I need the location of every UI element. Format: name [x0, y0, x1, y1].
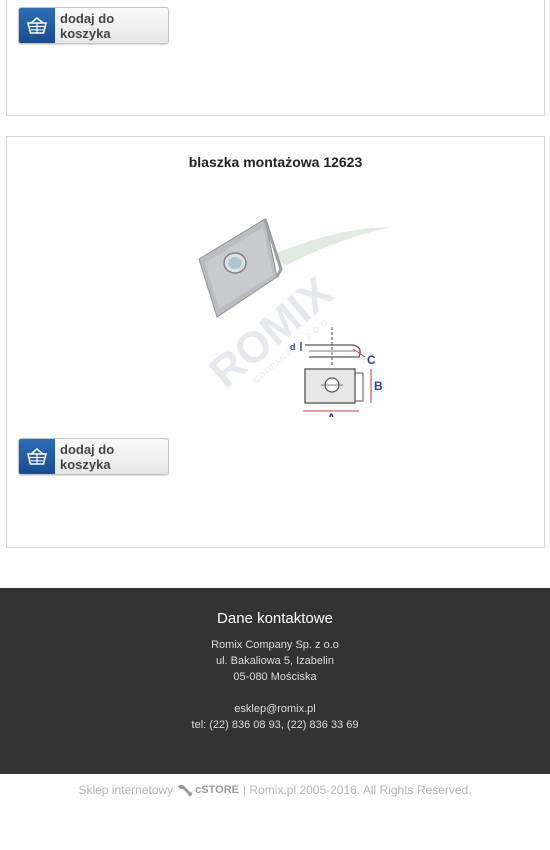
- cstore-logo-text: cSTORE: [195, 784, 239, 796]
- dimension-a-label: A: [327, 411, 336, 417]
- product-title[interactable]: blaszka montażowa 12623: [7, 154, 544, 170]
- product-image[interactable]: ROMIX COMPANY SP. Z O.O. d C B: [177, 217, 392, 417]
- dimension-c-label: C: [367, 353, 376, 367]
- add-to-cart-label: dodaj do koszyka: [60, 10, 115, 41]
- cstore-logo[interactable]: cSTORE: [177, 783, 239, 797]
- footer-heading: Dane kontaktowe: [217, 610, 333, 627]
- add-to-cart-button[interactable]: dodaj do koszyka: [18, 438, 169, 475]
- add-to-cart-button[interactable]: dodaj do koszyka: [18, 7, 169, 44]
- dimension-d-label: d: [290, 342, 296, 352]
- credits-prefix: Sklep internetowy: [78, 783, 174, 797]
- company-name: Romix Company Sp. z o.o: [211, 639, 339, 651]
- street-address: ul. Bakaliowa 5, Izabelin: [215, 655, 334, 667]
- credits-suffix: | Romix.pl 2005-2016. All Rights Reserve…: [242, 783, 472, 797]
- basket-icon: [19, 8, 55, 43]
- email-link[interactable]: esklep@romix.pl: [0, 701, 550, 717]
- product-card-top: dodaj do koszyka: [6, 0, 545, 116]
- cstore-icon: [178, 784, 193, 796]
- add-to-cart-label: dodaj do koszyka: [60, 441, 115, 472]
- phone-numbers: tel: (22) 836 08 93, (22) 836 33 69: [191, 719, 359, 731]
- basket-icon: [19, 439, 55, 474]
- contact-details: Romix Company Sp. z o.o ul. Bakaliowa 5,…: [0, 637, 550, 733]
- dimension-b-label: B: [374, 379, 383, 393]
- product-card: blaszka montażowa 12623 ROMIX COMPANY SP…: [6, 136, 545, 548]
- footer-contact: Dane kontaktowe Romix Company Sp. z o.o …: [0, 588, 550, 774]
- city-address: 05-080 Mościska: [233, 671, 317, 683]
- credits-bar: Sklep internetowy cSTORE | Romix.pl 2005…: [0, 783, 550, 797]
